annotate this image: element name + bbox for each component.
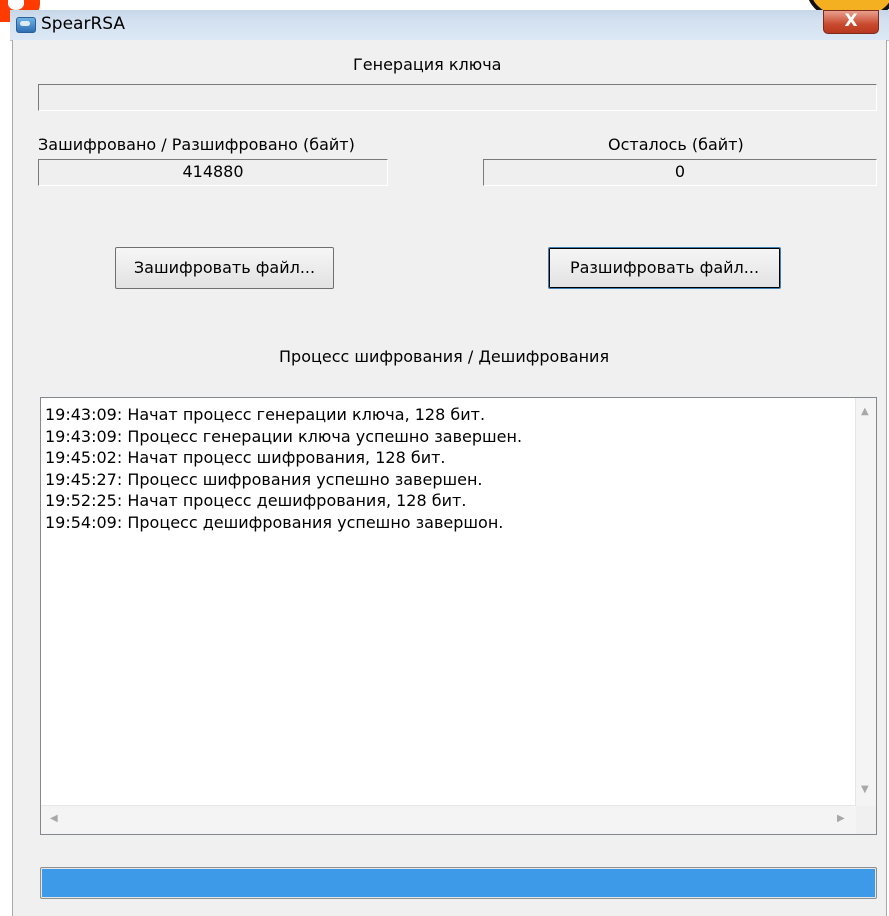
decrypt-file-button[interactable]: Разшифровать файл... — [548, 247, 781, 289]
process-log-label: Процесс шифрования / Дешифрования — [279, 347, 610, 366]
close-icon: X — [844, 11, 858, 31]
remaining-bytes-label: Осталось (байт) — [608, 135, 744, 154]
title-bar[interactable]: SpearRSA X — [10, 10, 889, 41]
log-line: 19:45:27: Процесс шифрования успешно зав… — [45, 469, 483, 489]
close-button[interactable]: X — [823, 10, 879, 34]
scroll-right-arrow-icon[interactable]: ▶ — [837, 813, 845, 824]
scroll-up-arrow-icon[interactable]: ▲ — [861, 406, 869, 417]
remaining-bytes-field: 0 — [483, 159, 877, 186]
window-title: SpearRSA — [41, 14, 125, 34]
key-generation-label: Генерация ключа — [353, 55, 502, 74]
scrollbar-corner — [856, 806, 876, 834]
vertical-scrollbar[interactable]: ▲ ▼ — [855, 398, 876, 806]
encrypted-bytes-label: Зашифровано / Разшифровано (байт) — [38, 135, 355, 154]
app-window: SpearRSA X Генерация ключа Зашифровано /… — [10, 10, 889, 916]
encrypted-bytes-field: 414880 — [38, 159, 388, 186]
app-icon — [16, 17, 36, 33]
horizontal-scrollbar[interactable]: ◀ ▶ — [41, 805, 856, 834]
log-line: 19:45:02: Начат процесс шифрования, 128 … — [45, 448, 446, 467]
process-log[interactable]: 19:43:09: Начат процесс генерации ключа,… — [40, 397, 877, 835]
encrypt-file-button[interactable]: Зашифровать файл... — [115, 247, 334, 289]
progress-fill — [42, 869, 875, 897]
log-line: 19:43:09: Процесс генерации ключа успешн… — [45, 426, 523, 446]
scroll-left-arrow-icon[interactable]: ◀ — [50, 813, 58, 824]
progress-bar — [40, 867, 877, 899]
log-line: 19:43:09: Начат процесс генерации ключа,… — [45, 405, 486, 424]
log-line: 19:54:09: Процесс дешифрования успешно з… — [45, 512, 504, 532]
key-generation-field — [38, 84, 877, 111]
client-area: Генерация ключа Зашифровано / Разшифрова… — [12, 40, 887, 916]
scroll-down-arrow-icon[interactable]: ▼ — [861, 784, 869, 795]
log-lines: 19:43:09: Начат процесс генерации ключа,… — [45, 404, 522, 533]
log-line: 19:52:25: Начат процесс дешифрования, 12… — [45, 491, 467, 510]
